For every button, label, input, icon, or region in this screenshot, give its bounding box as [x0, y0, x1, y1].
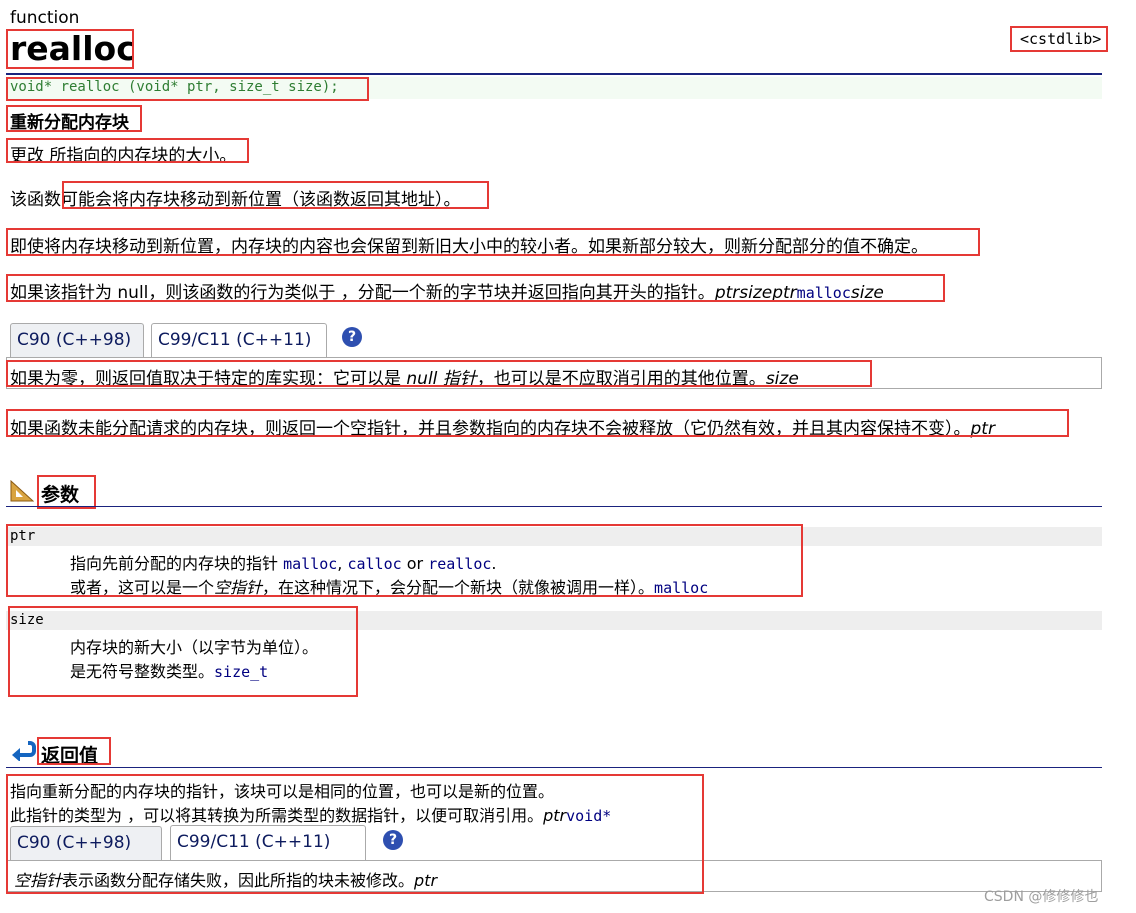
- tab-c99[interactable]: C99/C11 (C++11): [151, 323, 327, 358]
- watermark: CSDN @修修修也: [984, 889, 1099, 905]
- retval-rule: [6, 767, 1102, 768]
- summary-desc-highlight: [6, 138, 249, 163]
- return-arrow-icon: [12, 741, 36, 761]
- para-2-highlight: [6, 228, 980, 256]
- header-file-highlight: [1010, 26, 1108, 52]
- title-highlight: [6, 29, 134, 69]
- ptr-highlight: [6, 524, 803, 597]
- kind-label: function: [10, 8, 80, 28]
- size-highlight: [8, 606, 358, 697]
- params-rule: [6, 506, 1102, 507]
- para-4-highlight: [6, 360, 872, 387]
- summary-title-highlight: [6, 105, 142, 132]
- help-icon[interactable]: ?: [342, 327, 362, 347]
- params-title-highlight: [37, 475, 96, 509]
- para-3-highlight: [6, 274, 945, 302]
- prototype-highlight: [6, 77, 369, 101]
- retval-title-highlight: [37, 737, 111, 765]
- retval-highlight: [6, 774, 704, 894]
- para-1-prefix: 该函数: [10, 190, 61, 210]
- para-1-highlight: [62, 181, 489, 209]
- ruler-icon: [10, 480, 34, 502]
- para-5-highlight: [6, 409, 1069, 437]
- title-rule: [6, 73, 1102, 75]
- tab-c90[interactable]: C90 (C++98): [10, 323, 144, 357]
